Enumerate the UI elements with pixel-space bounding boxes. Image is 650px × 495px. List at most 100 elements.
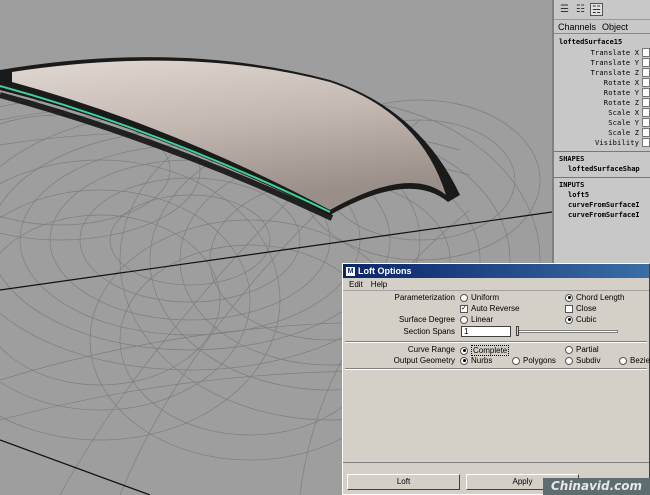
channel-box-toolbar: ☰ ☷ ☵ [554,0,650,20]
input-node[interactable]: curveFromSurfaceI [554,200,650,210]
layer-editor-icon[interactable]: ☷ [574,3,587,16]
param-uniform-radio[interactable]: Uniform [460,293,499,302]
attribute-value-field[interactable] [642,58,650,67]
input-node[interactable]: loft5 [554,190,650,200]
divider [554,151,650,152]
menu-object[interactable]: Object [602,22,628,32]
geo-nurbs-label: Nurbs [471,356,493,365]
section-spans-label: Section Spans [403,327,455,336]
surface-degree-label: Surface Degree [398,315,455,324]
node-name[interactable]: loftedSurface15 [554,37,650,48]
attribute-label: Rotate Z [603,99,640,107]
attribute-value-field[interactable] [642,98,650,107]
range-partial-label: Partial [576,345,599,354]
inputs-list: loft5 curveFromSurfaceI curveFromSurfaceI [554,190,650,220]
attribute-row[interactable]: Translate Y [554,58,650,68]
geo-nurbs-radio[interactable]: Nurbs [460,356,492,365]
attribute-row[interactable]: Visibility [554,138,650,148]
menu-edit[interactable]: Edit [349,278,363,290]
checkmark-icon: ✓ [460,304,468,313]
radio-icon [619,356,627,365]
geo-bezier-label: Bezier [630,356,650,365]
channel-box-body: loftedSurface15 Translate X Translate Y Tr… [554,34,650,220]
geo-bezier-radio[interactable]: Bezier [619,356,650,365]
range-partial-radio[interactable]: Partial [565,345,599,354]
checkbox-empty-icon [565,304,573,313]
curve-range-label: Curve Range [407,345,455,354]
degree-linear-radio[interactable]: Linear [460,315,493,324]
attribute-value-field[interactable] [642,128,650,137]
auto-reverse-checkbox[interactable]: ✓ Auto Reverse [460,304,519,313]
attribute-value-field[interactable] [642,108,650,117]
radio-selected-icon [565,293,573,302]
channel-box-menu: Channels Object [554,20,650,34]
geo-polygons-label: Polygons [523,356,556,365]
inputs-header: INPUTS [559,181,585,189]
radio-icon [460,315,468,324]
divider [554,177,650,178]
degree-cubic-label: Cubic [576,315,597,324]
divider [345,341,647,343]
section-spans-slider-track[interactable] [518,330,618,333]
close-checkbox[interactable]: Close [565,304,596,313]
attribute-row[interactable]: Scale X [554,108,650,118]
geo-polygons-radio[interactable]: Polygons [512,356,556,365]
input-node[interactable]: curveFromSurfaceI [554,210,650,220]
section-spans-input[interactable]: 1 [461,326,511,337]
attribute-value-field[interactable] [642,88,650,97]
radio-icon [565,356,573,365]
loft-options-dialog: M Loft Options Edit Help Parameterizatio… [342,263,650,495]
attribute-value-field[interactable] [642,68,650,77]
watermark: Chinavid.com [543,478,650,495]
radio-selected-icon [460,356,468,365]
menu-help[interactable]: Help [371,278,387,290]
attribute-row[interactable]: Rotate X [554,78,650,88]
attribute-row[interactable]: Rotate Y [554,88,650,98]
attribute-label: Scale Z [608,129,640,137]
attribute-row[interactable]: Translate X [554,48,650,58]
radio-icon [460,293,468,302]
dialog-titlebar[interactable]: M Loft Options [343,264,649,278]
attribute-list: Translate X Translate Y Translate Z Rotate … [554,48,650,148]
degree-linear-label: Linear [471,315,494,324]
dialog-title: Loft Options [358,266,412,276]
radio-selected-icon [565,315,573,324]
attribute-label: Scale Y [608,119,640,127]
attribute-value-field[interactable] [642,78,650,87]
attribute-value-field[interactable] [642,138,650,147]
divider [345,368,647,370]
options-panel: Parameterization Uniform Chord Length ✓ … [343,291,650,463]
range-complete-radio[interactable]: Complete [460,345,510,356]
attribute-layout-icon[interactable]: ☵ [590,3,603,16]
geo-subdiv-radio[interactable]: Subdiv [565,356,600,365]
attribute-label: Rotate Y [603,89,640,97]
maya-logo-icon: M [346,266,355,276]
attribute-row[interactable]: Scale Y [554,118,650,128]
close-label: Close [576,304,597,313]
geo-subdiv-label: Subdiv [576,356,601,365]
auto-reverse-label: Auto Reverse [471,304,520,313]
attribute-label: Translate X [590,49,640,57]
param-chord-label: Chord Length [576,293,625,302]
menu-channels[interactable]: Channels [558,22,596,32]
degree-cubic-radio[interactable]: Cubic [565,315,596,324]
dialog-menubar: Edit Help [343,278,649,291]
attribute-value-field[interactable] [642,118,650,127]
attribute-row[interactable]: Scale Z [554,128,650,138]
attribute-label: Rotate X [603,79,640,87]
loft-button[interactable]: Loft [347,474,460,490]
param-chord-radio[interactable]: Chord Length [565,293,624,302]
channel-box-icon[interactable]: ☰ [558,3,571,16]
radio-icon [512,356,520,365]
radio-icon [565,345,573,354]
attribute-row[interactable]: Translate Z [554,68,650,78]
attribute-label: Translate Y [590,59,640,67]
output-geometry-label: Output Geometry [393,356,455,365]
channel-box: ☰ ☷ ☵ Channels Object loftedSurface15 Tr… [552,0,650,270]
attribute-value-field[interactable] [642,48,650,57]
radio-selected-icon [460,346,468,355]
shape-name[interactable]: loftedSurfaceShap [554,164,650,174]
section-spans-slider-thumb[interactable] [516,326,519,336]
lofted-surface [0,57,460,221]
attribute-row[interactable]: Rotate Z [554,98,650,108]
